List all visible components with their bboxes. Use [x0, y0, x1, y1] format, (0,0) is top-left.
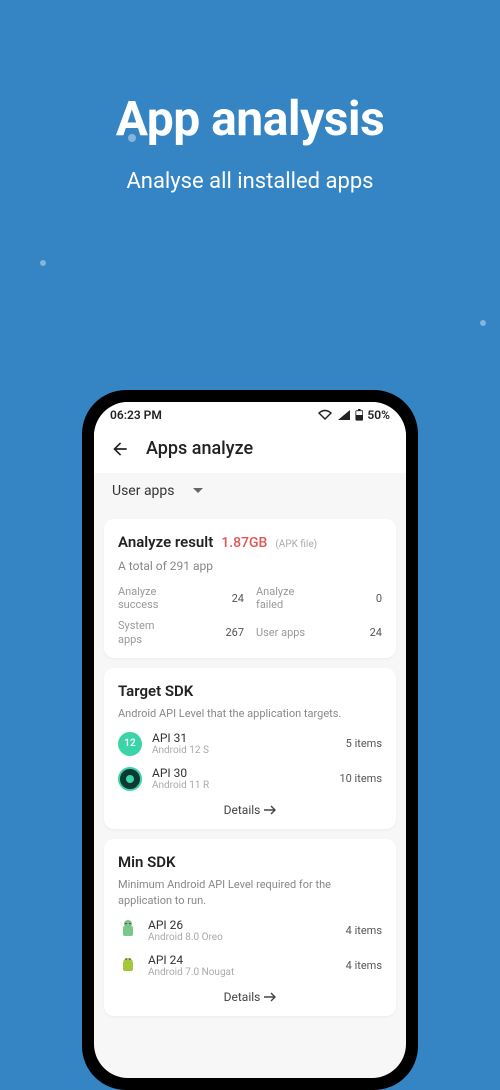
- api-name: API 24: [148, 953, 336, 967]
- status-right: 50%: [317, 408, 390, 422]
- api-text: API 24 Android 7.0 Nougat: [148, 953, 336, 978]
- decorative-dot: [40, 260, 46, 266]
- card-description: Minimum Android API Level required for t…: [118, 877, 382, 908]
- wifi-icon: [317, 409, 333, 421]
- api-name: API 30: [152, 766, 329, 780]
- stat-value: 267: [225, 626, 244, 639]
- arrow-right-icon: [264, 992, 276, 1002]
- api-count: 10 items: [339, 772, 382, 785]
- api-count: 4 items: [346, 924, 382, 937]
- api-text: API 30 Android 11 R: [152, 766, 329, 791]
- arrow-right-icon: [264, 805, 276, 815]
- api-row[interactable]: 12 API 31 Android 12 S 5 items: [118, 731, 382, 756]
- analyze-result-card: Analyze result 1.87GB (APK file) A total…: [104, 519, 396, 658]
- battery-icon: [355, 409, 364, 421]
- stat-item: System apps 267: [118, 619, 244, 645]
- app-header: Apps analyze: [94, 424, 406, 473]
- promo-title: App analysis: [0, 90, 500, 147]
- stat-label: User apps: [256, 626, 305, 639]
- stat-value: 24: [370, 626, 382, 639]
- api-text: API 26 Android 8.0 Oreo: [148, 918, 336, 943]
- android-nougat-icon: [118, 954, 138, 976]
- analyze-total: A total of 291 app: [118, 559, 382, 573]
- page-title: Apps analyze: [146, 438, 253, 459]
- decorative-dot: [128, 134, 136, 142]
- stat-item: Analyze success 24: [118, 585, 244, 611]
- filter-label: User apps: [112, 483, 175, 499]
- card-description: Android API Level that the application t…: [118, 706, 382, 721]
- details-label: Details: [224, 990, 261, 1004]
- android-12-icon: 12: [118, 732, 142, 756]
- api-name: API 26: [148, 918, 336, 932]
- back-icon[interactable]: [110, 439, 130, 459]
- api-count: 4 items: [346, 959, 382, 972]
- analyze-result-size: 1.87GB: [221, 535, 267, 551]
- analyze-result-title: Analyze result: [118, 533, 213, 551]
- stat-label: Analyze failed: [256, 585, 316, 611]
- api-version: Android 8.0 Oreo: [148, 932, 336, 943]
- filter-dropdown[interactable]: User apps: [94, 473, 406, 509]
- details-button[interactable]: Details: [118, 990, 382, 1004]
- apk-label: (APK file): [275, 539, 317, 550]
- stat-value: 0: [376, 592, 382, 605]
- status-bar: 06:23 PM 50%: [94, 402, 406, 424]
- api-text: API 31 Android 12 S: [152, 731, 336, 756]
- min-sdk-card: Min SDK Minimum Android API Level requir…: [104, 839, 396, 1016]
- stat-item: User apps 24: [256, 619, 382, 645]
- stats-grid: Analyze success 24 Analyze failed 0 Syst…: [118, 585, 382, 646]
- stat-label: System apps: [118, 619, 178, 645]
- battery-text: 50%: [367, 408, 390, 422]
- api-version: Android 7.0 Nougat: [148, 967, 336, 978]
- phone-frame: 06:23 PM 50% Apps analyze User apps Anal…: [82, 390, 418, 1090]
- chevron-down-icon: [193, 488, 203, 494]
- api-version: Android 11 R: [152, 780, 329, 791]
- api-version: Android 12 S: [152, 745, 336, 756]
- target-sdk-card: Target SDK Android API Level that the ap…: [104, 668, 396, 829]
- stat-label: Analyze success: [118, 585, 178, 611]
- api-row[interactable]: API 24 Android 7.0 Nougat 4 items: [118, 953, 382, 978]
- android-11-icon: [118, 767, 142, 791]
- android-oreo-icon: [118, 919, 138, 941]
- details-button[interactable]: Details: [118, 803, 382, 817]
- details-label: Details: [224, 803, 261, 817]
- signal-icon: [337, 409, 351, 421]
- decorative-dot: [480, 320, 486, 326]
- card-title: Analyze result 1.87GB (APK file): [118, 533, 382, 551]
- stat-item: Analyze failed 0: [256, 585, 382, 611]
- stat-value: 24: [232, 592, 244, 605]
- card-title: Target SDK: [118, 682, 382, 700]
- card-title: Min SDK: [118, 853, 382, 871]
- api-count: 5 items: [346, 737, 382, 750]
- api-row[interactable]: API 26 Android 8.0 Oreo 4 items: [118, 918, 382, 943]
- promo-subtitle: Analyse all installed apps: [0, 169, 500, 194]
- api-name: API 31: [152, 731, 336, 745]
- api-row[interactable]: API 30 Android 11 R 10 items: [118, 766, 382, 791]
- phone-screen: 06:23 PM 50% Apps analyze User apps Anal…: [94, 402, 406, 1078]
- status-time: 06:23 PM: [110, 408, 162, 422]
